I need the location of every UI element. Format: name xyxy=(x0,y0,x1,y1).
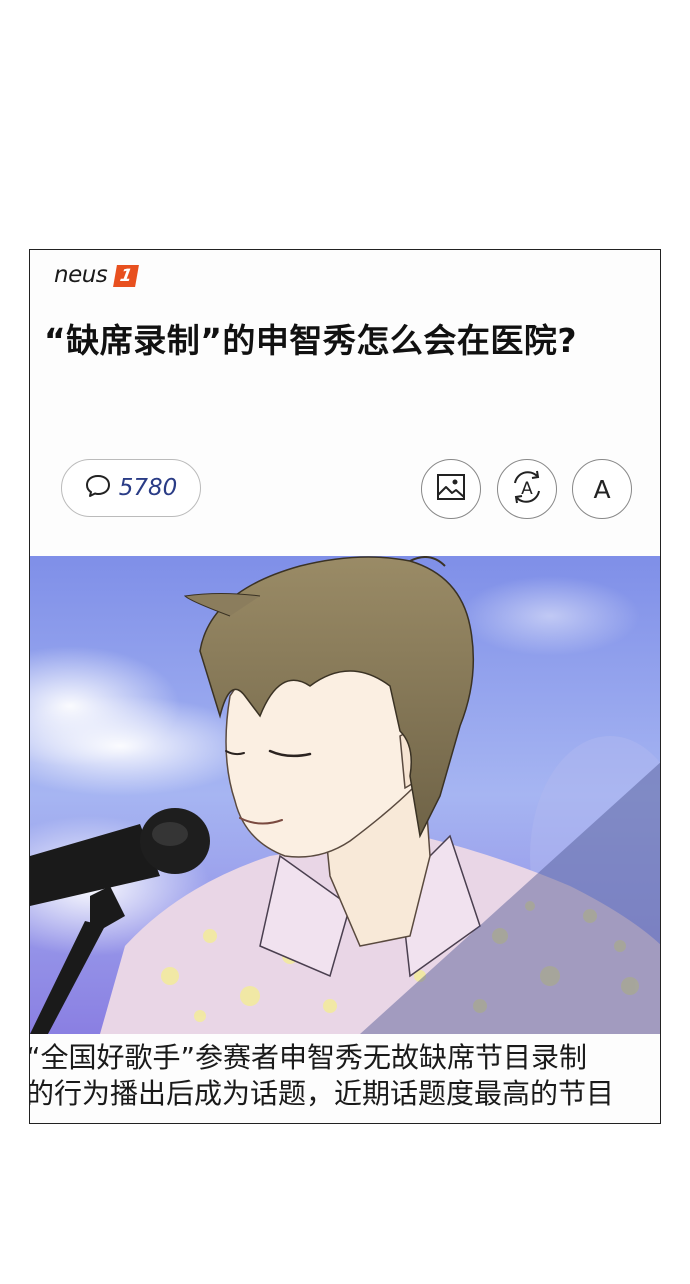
article-caption: “全国好歌手”参赛者申智秀无故缺席节目录制 的行为播出后成为话题，近期话题度最高… xyxy=(29,1040,660,1112)
font-size-label: A xyxy=(593,474,611,504)
news-card: neus 1 “缺席录制”的申智秀怎么会在医院? 5780 A A “全国好歌手… xyxy=(29,249,661,1124)
font-size-button[interactable]: A xyxy=(572,459,632,519)
brand-logo: neus 1 xyxy=(54,262,140,288)
comment-button[interactable]: 5780 xyxy=(61,459,201,517)
article-illustration xyxy=(30,556,660,1034)
brand-badge: 1 xyxy=(113,265,140,287)
image-button[interactable] xyxy=(421,459,481,519)
caption-line-1: “全国好歌手”参赛者申智秀无故缺席节目录制 xyxy=(29,1041,588,1074)
auto-translate-icon: A xyxy=(507,467,547,511)
translate-glyph: A xyxy=(521,479,533,499)
image-icon xyxy=(436,473,466,505)
auto-translate-button[interactable]: A xyxy=(497,459,557,519)
brand-name: neus xyxy=(54,262,108,288)
comment-count: 5780 xyxy=(118,475,178,501)
speech-bubble-icon xyxy=(85,474,111,502)
article-headline: “缺席录制”的申智秀怎么会在医院? xyxy=(44,321,578,360)
caption-line-2: 的行为播出后成为话题，近期话题度最高的节目 xyxy=(29,1077,615,1110)
